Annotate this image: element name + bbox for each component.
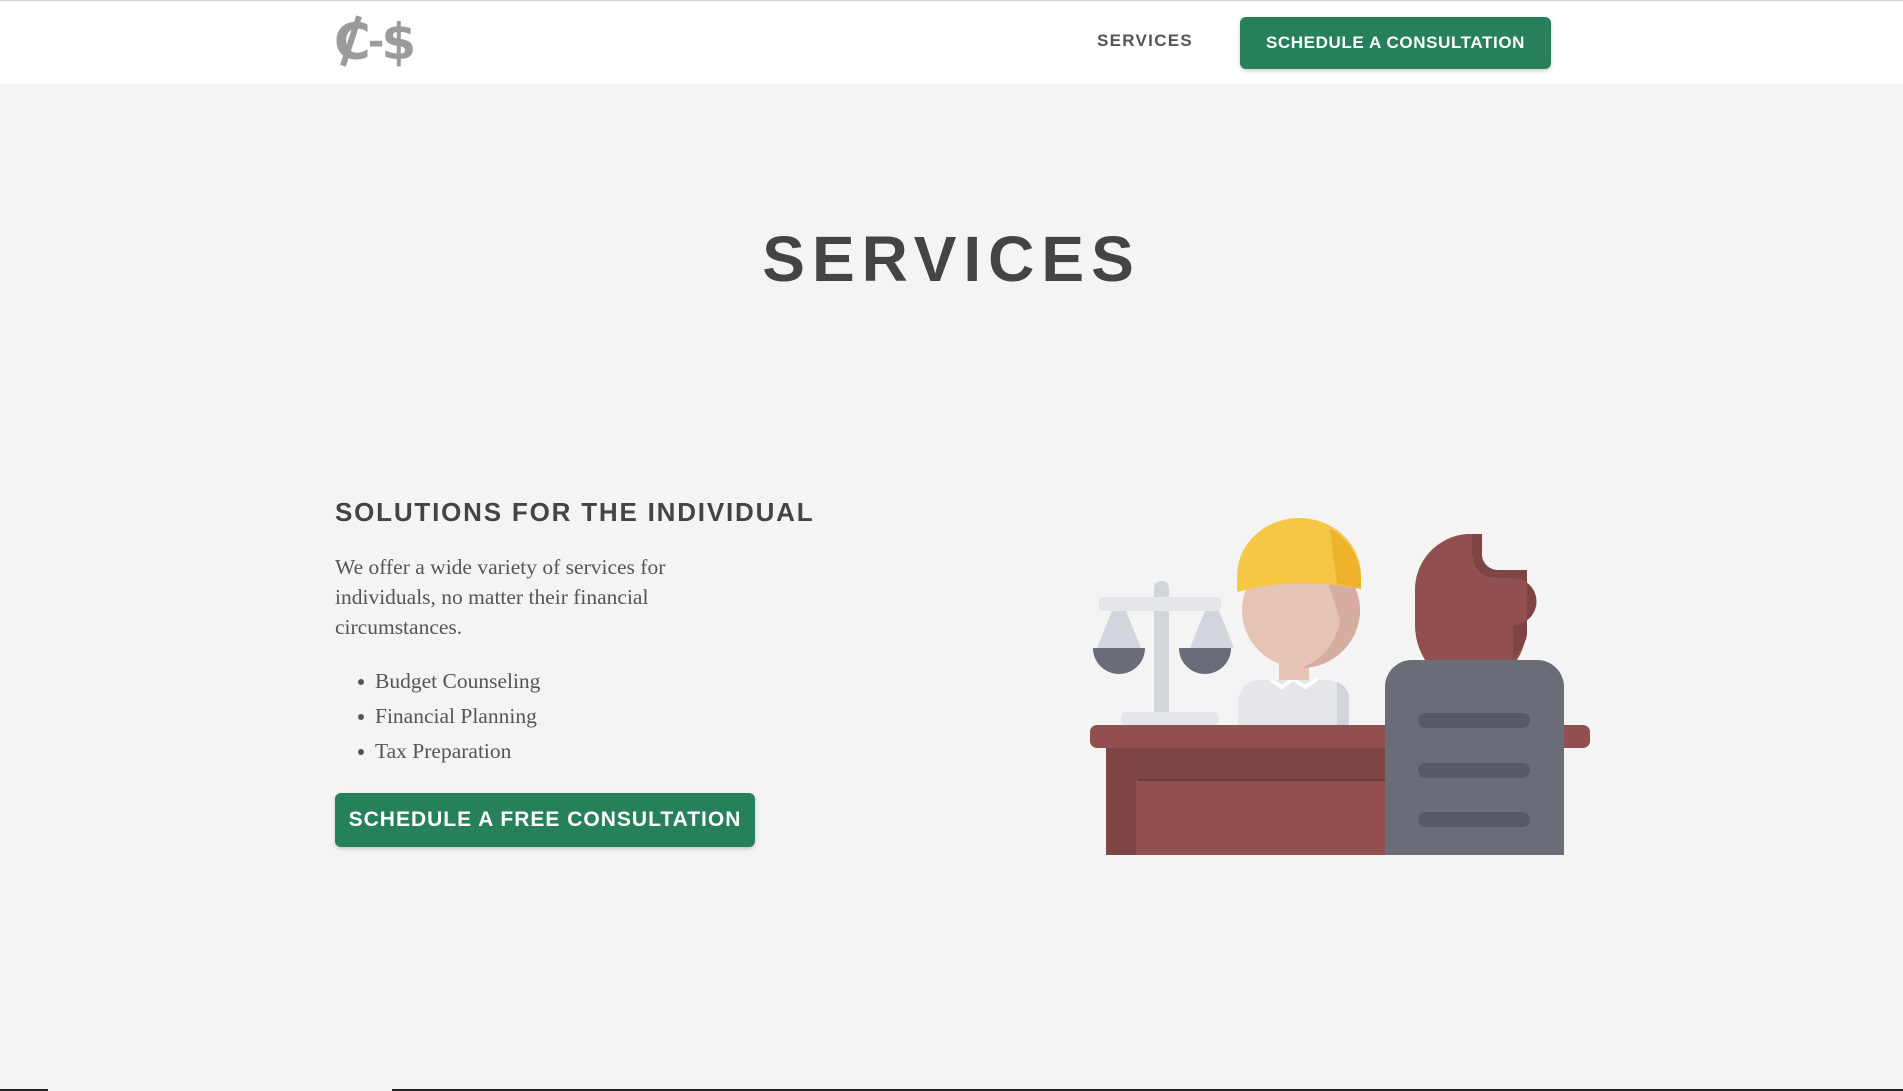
dollar-sign-icon: $ xyxy=(381,13,416,71)
lawyer-figure xyxy=(1237,518,1362,727)
list-item: Budget Counseling xyxy=(357,664,540,699)
list-item: Financial Planning xyxy=(357,699,540,734)
schedule-free-consultation-button[interactable]: SCHEDULE A FREE CONSULTATION xyxy=(335,793,755,847)
page-title: SERVICES xyxy=(762,223,1141,295)
site-logo[interactable]: C - $ xyxy=(334,13,424,71)
client-figure xyxy=(1385,534,1564,855)
section-description: We offer a wide variety of services for … xyxy=(335,555,666,639)
section-heading: SOLUTIONS FOR THE INDIVIDUAL xyxy=(335,497,815,527)
lawyer-consultation-illustration xyxy=(1090,518,1590,855)
service-list: Budget Counseling Financial Planning Tax… xyxy=(357,664,540,769)
logo-dash: - xyxy=(367,19,384,65)
site-header: C - $ SERVICES SCHEDULE A CONSULTATION xyxy=(0,1,1903,84)
nav-link-services[interactable]: SERVICES xyxy=(1097,31,1193,51)
scales-icon xyxy=(1093,581,1234,726)
list-item: Tax Preparation xyxy=(357,734,540,769)
cent-sign-icon: C xyxy=(334,13,371,71)
schedule-consultation-button[interactable]: SCHEDULE A CONSULTATION xyxy=(1240,17,1551,69)
